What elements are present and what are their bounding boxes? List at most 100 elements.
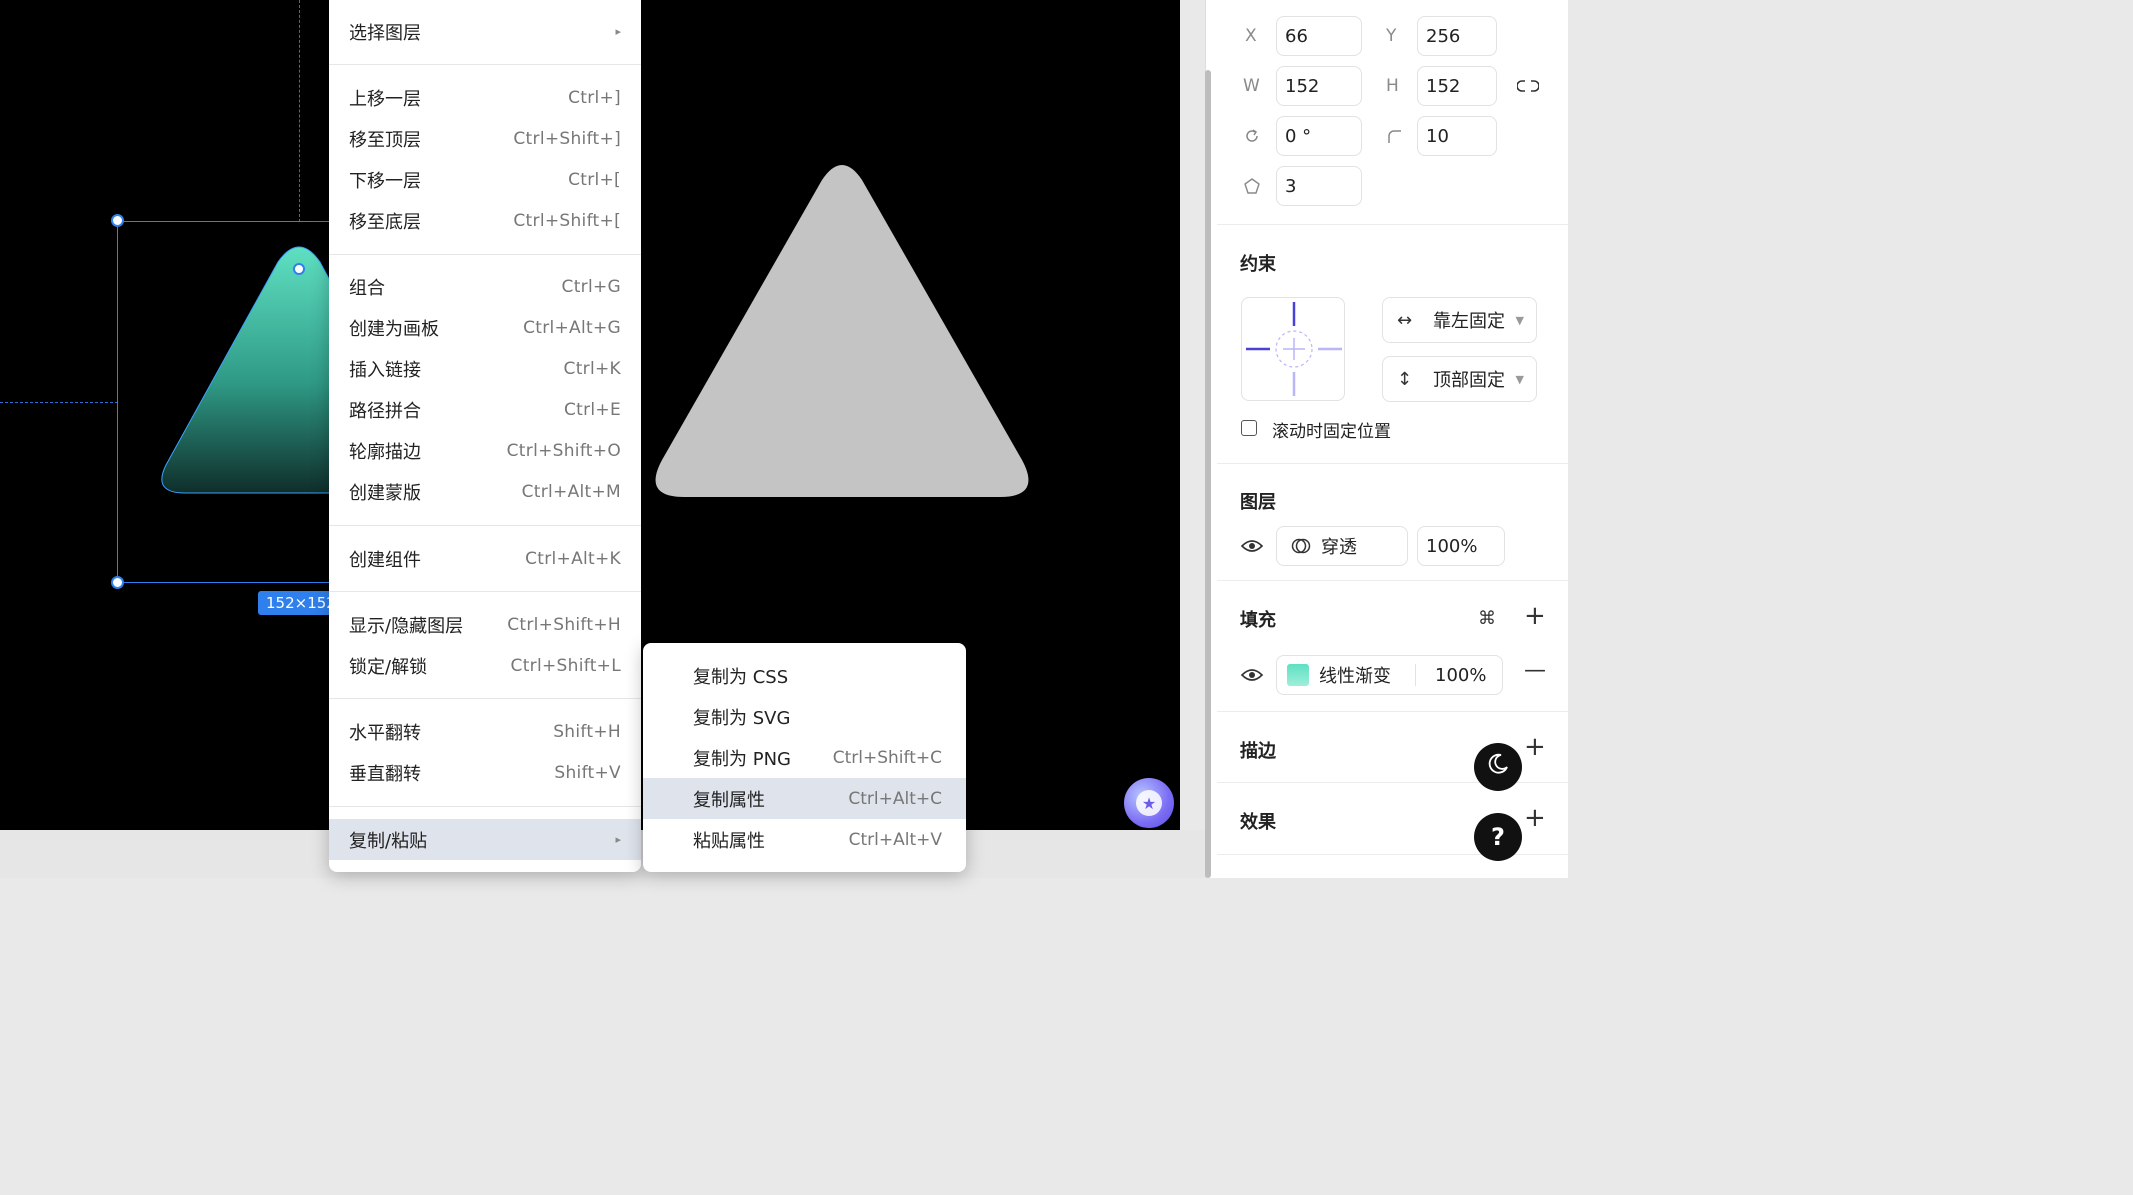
blend-mode-icon	[1291, 538, 1311, 554]
y-input[interactable]: 256	[1417, 16, 1497, 56]
menu-item-shortcut: Ctrl+Alt+K	[525, 548, 621, 569]
section-divider	[1217, 463, 1568, 464]
layer-opacity-input[interactable]: 100%	[1417, 526, 1505, 566]
help-button[interactable]: ?	[1474, 813, 1522, 861]
menu-item-copy-paste[interactable]: 复制/粘贴 ▸	[329, 819, 641, 860]
horizontal-guide	[0, 402, 118, 403]
submenu-item-shortcut: Ctrl+Shift+C	[832, 747, 942, 768]
menu-item-flip-horizontal[interactable]: 水平翻转 Shift+H	[329, 711, 641, 752]
width-input[interactable]: 152	[1276, 66, 1362, 106]
corner-radius-input[interactable]: 10	[1417, 116, 1497, 156]
submenu-item-label: 粘贴属性	[693, 830, 765, 852]
style-icon[interactable]: ⌘	[1475, 606, 1499, 630]
horizontal-arrows-icon: ↔	[1397, 309, 1413, 331]
polygon-icon	[1240, 174, 1264, 198]
menu-item-label: 上移一层	[349, 88, 421, 110]
menu-item-label: 创建为画板	[349, 318, 439, 340]
effects-title: 效果	[1240, 812, 1276, 833]
menu-item-send-to-back[interactable]: 移至底层 Ctrl+Shift+[	[329, 200, 641, 241]
submenu-item-paste-properties[interactable]: 粘贴属性 Ctrl+Alt+V	[643, 819, 966, 860]
add-effect-icon[interactable]: +	[1524, 805, 1546, 831]
menu-item-shortcut: Ctrl+Shift+]	[513, 128, 621, 149]
corner-radius-icon	[1382, 124, 1406, 148]
scroll-fixed-label: 滚动时固定位置	[1272, 422, 1391, 442]
menu-item-move-down[interactable]: 下移一层 Ctrl+[	[329, 159, 641, 200]
question-icon: ?	[1491, 823, 1505, 851]
menu-divider	[329, 525, 641, 526]
ai-assistant-button[interactable]: ★	[1124, 778, 1174, 828]
stroke-title: 描边	[1240, 741, 1276, 762]
x-label: X	[1245, 26, 1257, 46]
resize-handle-bottom-left[interactable]	[111, 576, 124, 589]
menu-divider	[329, 64, 641, 65]
remove-fill-icon[interactable]: —	[1524, 660, 1546, 682]
submenu-item-copy-properties[interactable]: 复制属性 Ctrl+Alt+C	[643, 778, 966, 819]
rotation-input[interactable]: 0 °	[1276, 116, 1362, 156]
submenu-item-shortcut: Ctrl+Alt+C	[848, 788, 942, 809]
gradient-swatch[interactable]	[1287, 664, 1309, 686]
menu-item-label: 水平翻转	[349, 722, 421, 744]
submenu-item-copy-css[interactable]: 复制为 CSS	[643, 655, 966, 696]
menu-item-flatten-path[interactable]: 路径拼合 Ctrl+E	[329, 389, 641, 430]
menu-item-group[interactable]: 组合 Ctrl+G	[329, 266, 641, 307]
resize-handle-top-left[interactable]	[111, 214, 124, 227]
chevron-down-icon: ▼	[1515, 314, 1524, 327]
scroll-fixed-checkbox[interactable]	[1241, 420, 1257, 436]
menu-item-outline-stroke[interactable]: 轮廓描边 Ctrl+Shift+O	[329, 430, 641, 471]
menu-item-shortcut: Ctrl+K	[563, 358, 621, 379]
submenu-item-copy-png[interactable]: 复制为 PNG Ctrl+Shift+C	[643, 737, 966, 778]
menu-item-lock-unlock[interactable]: 锁定/解锁 Ctrl+Shift+L	[329, 645, 641, 686]
height-input[interactable]: 152	[1417, 66, 1497, 106]
menu-item-label: 移至底层	[349, 211, 421, 233]
horizontal-constraint-dropdown[interactable]: ↔ 靠左固定 ▼	[1382, 297, 1537, 343]
menu-item-shortcut: Ctrl+[	[568, 169, 621, 190]
fill-title: 填充	[1240, 610, 1276, 631]
chevron-right-icon: ▸	[615, 833, 621, 846]
menu-item-move-up[interactable]: 上移一层 Ctrl+]	[329, 77, 641, 118]
menu-item-create-mask[interactable]: 创建蒙版 Ctrl+Alt+M	[329, 471, 641, 512]
menu-item-select-layer[interactable]: 选择图层 ▸	[329, 11, 641, 52]
y-label: Y	[1386, 26, 1397, 46]
vertical-guide	[299, 0, 300, 222]
menu-item-create-component[interactable]: 创建组件 Ctrl+Alt+K	[329, 538, 641, 579]
polygon-sides-input[interactable]: 3	[1276, 166, 1362, 206]
dark-mode-toggle[interactable]	[1474, 743, 1522, 791]
rotate-icon	[1240, 124, 1264, 148]
fill-opacity-value[interactable]: 100%	[1435, 665, 1486, 686]
menu-item-create-artboard[interactable]: 创建为画板 Ctrl+Alt+G	[329, 307, 641, 348]
context-menu: 选择图层 ▸ 上移一层 Ctrl+] 移至顶层 Ctrl+Shift+] 下移一…	[329, 0, 641, 872]
scrollbar[interactable]	[1205, 70, 1211, 878]
constraint-widget[interactable]	[1241, 297, 1345, 401]
eye-icon[interactable]	[1240, 538, 1264, 554]
corner-radius-handle[interactable]	[293, 263, 305, 275]
gray-triangle[interactable]	[655, 165, 1029, 497]
menu-item-label: 垂直翻转	[349, 763, 421, 785]
menu-divider	[329, 254, 641, 255]
menu-item-shortcut: Ctrl+E	[563, 399, 621, 420]
dropdown-label: 靠左固定	[1433, 311, 1505, 332]
submenu-item-label: 复制为 CSS	[693, 666, 789, 688]
x-input[interactable]: 66	[1276, 16, 1362, 56]
menu-item-toggle-visibility[interactable]: 显示/隐藏图层 Ctrl+Shift+H	[329, 604, 641, 645]
menu-item-insert-link[interactable]: 插入链接 Ctrl+K	[329, 348, 641, 389]
w-label: W	[1243, 76, 1260, 96]
submenu-item-label: 复制为 SVG	[693, 707, 791, 729]
chevron-right-icon: ▸	[615, 25, 621, 38]
section-divider	[1217, 711, 1568, 712]
fill-field[interactable]: 线性渐变 100%	[1276, 655, 1503, 695]
add-stroke-icon[interactable]: +	[1524, 734, 1546, 760]
menu-item-label: 选择图层	[349, 22, 421, 44]
add-fill-icon[interactable]: +	[1524, 603, 1546, 629]
link-icon[interactable]	[1516, 74, 1540, 98]
menu-item-label: 插入链接	[349, 359, 421, 381]
menu-item-shortcut: Shift+H	[553, 721, 621, 742]
menu-item-bring-to-front[interactable]: 移至顶层 Ctrl+Shift+]	[329, 118, 641, 159]
menu-item-shortcut: Ctrl+Shift+L	[510, 655, 621, 676]
blend-mode-field[interactable]: 穿透	[1276, 526, 1408, 566]
submenu-item-copy-svg[interactable]: 复制为 SVG	[643, 696, 966, 737]
menu-item-flip-vertical[interactable]: 垂直翻转 Shift+V	[329, 752, 641, 793]
eye-icon[interactable]	[1240, 667, 1264, 683]
menu-item-shortcut: Ctrl+]	[568, 87, 621, 108]
vertical-constraint-dropdown[interactable]: ↕ 顶部固定 ▼	[1382, 356, 1537, 402]
vertical-arrows-icon: ↕	[1397, 368, 1413, 390]
